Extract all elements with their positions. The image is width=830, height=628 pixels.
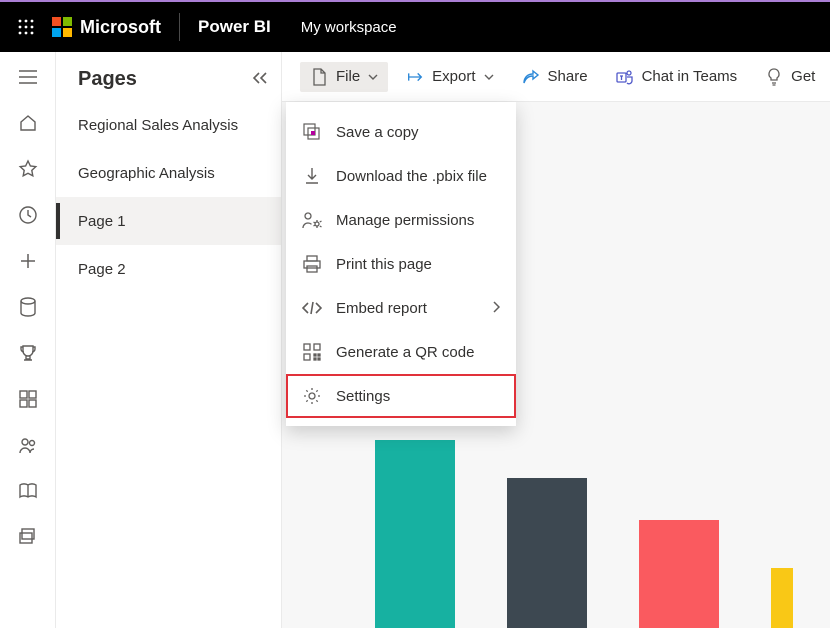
book-icon[interactable] — [17, 480, 39, 502]
page-label: Geographic Analysis — [78, 165, 215, 182]
download-icon — [302, 166, 322, 186]
hamburger-icon[interactable] — [17, 66, 39, 88]
menu-label: Print this page — [336, 256, 432, 273]
settings-icon — [302, 386, 322, 406]
file-icon — [310, 68, 328, 86]
pages-pane: Pages Regional Sales Analysis Geographic… — [56, 52, 282, 628]
chevron-right-icon — [492, 300, 500, 317]
bar-3 — [639, 520, 719, 628]
menu-item-save-copy[interactable]: Save a copy — [286, 110, 516, 154]
menu-item-settings[interactable]: Settings — [286, 374, 516, 418]
share-icon — [522, 68, 540, 86]
save-copy-icon — [302, 122, 322, 142]
menu-label: Save a copy — [336, 124, 419, 141]
microsoft-logo: Microsoft — [52, 17, 161, 38]
teams-icon — [616, 68, 634, 86]
page-label: Page 1 — [78, 213, 126, 230]
menu-label: Generate a QR code — [336, 344, 474, 361]
apps-icon[interactable] — [17, 388, 39, 410]
file-label: File — [336, 68, 360, 85]
menu-label: Download the .pbix file — [336, 168, 487, 185]
bar-chart[interactable] — [375, 440, 793, 628]
chat-teams-button[interactable]: Chat in Teams — [606, 62, 748, 92]
app-launcher-icon[interactable] — [0, 2, 52, 52]
file-menu: Save a copy Download the .pbix file Mana… — [286, 102, 516, 426]
collapse-pane-icon[interactable] — [251, 71, 269, 88]
nav-rail — [0, 52, 56, 628]
menu-item-embed[interactable]: Embed report — [286, 286, 516, 330]
bar-2 — [507, 478, 587, 628]
menu-label: Manage permissions — [336, 212, 474, 229]
share-label: Share — [548, 68, 588, 85]
pages-title: Pages — [78, 68, 137, 91]
get-insights-button[interactable]: Get — [755, 62, 825, 92]
clock-icon[interactable] — [17, 204, 39, 226]
report-content: File Export Share Chat in Teams Get — [282, 52, 830, 628]
page-item[interactable]: Regional Sales Analysis — [56, 101, 281, 149]
workspace-name[interactable]: My workspace — [301, 19, 397, 36]
embed-icon — [302, 298, 322, 318]
chevron-down-icon — [368, 72, 378, 82]
menu-label: Settings — [336, 388, 390, 405]
export-button[interactable]: Export — [396, 62, 503, 92]
page-item[interactable]: Geographic Analysis — [56, 149, 281, 197]
menu-item-print[interactable]: Print this page — [286, 242, 516, 286]
data-icon[interactable] — [17, 296, 39, 318]
menu-item-qr[interactable]: Generate a QR code — [286, 330, 516, 374]
app-header: Microsoft Power BI My workspace — [0, 2, 830, 52]
bulb-icon — [765, 68, 783, 86]
page-item[interactable]: Page 1 — [56, 197, 281, 245]
chat-label: Chat in Teams — [642, 68, 738, 85]
people-icon[interactable] — [17, 434, 39, 456]
permissions-icon — [302, 210, 322, 230]
file-button[interactable]: File — [300, 62, 388, 92]
page-label: Page 2 — [78, 261, 126, 278]
toolbar: File Export Share Chat in Teams Get — [282, 52, 830, 102]
menu-item-download[interactable]: Download the .pbix file — [286, 154, 516, 198]
brand-product[interactable]: Power BI — [198, 17, 271, 37]
qr-icon — [302, 342, 322, 362]
workspaces-icon[interactable] — [17, 526, 39, 548]
get-label: Get — [791, 68, 815, 85]
brand-company: Microsoft — [80, 17, 161, 38]
menu-item-permissions[interactable]: Manage permissions — [286, 198, 516, 242]
bar-4 — [771, 568, 793, 628]
star-icon[interactable] — [17, 158, 39, 180]
divider — [179, 13, 180, 41]
chevron-down-icon — [484, 72, 494, 82]
microsoft-logo-icon — [52, 17, 72, 37]
print-icon — [302, 254, 322, 274]
plus-icon[interactable] — [17, 250, 39, 272]
export-label: Export — [432, 68, 475, 85]
bar-1 — [375, 440, 455, 628]
home-icon[interactable] — [17, 112, 39, 134]
menu-label: Embed report — [336, 300, 427, 317]
share-button[interactable]: Share — [512, 62, 598, 92]
export-icon — [406, 68, 424, 86]
page-item[interactable]: Page 2 — [56, 245, 281, 293]
trophy-icon[interactable] — [17, 342, 39, 364]
page-label: Regional Sales Analysis — [78, 117, 238, 134]
